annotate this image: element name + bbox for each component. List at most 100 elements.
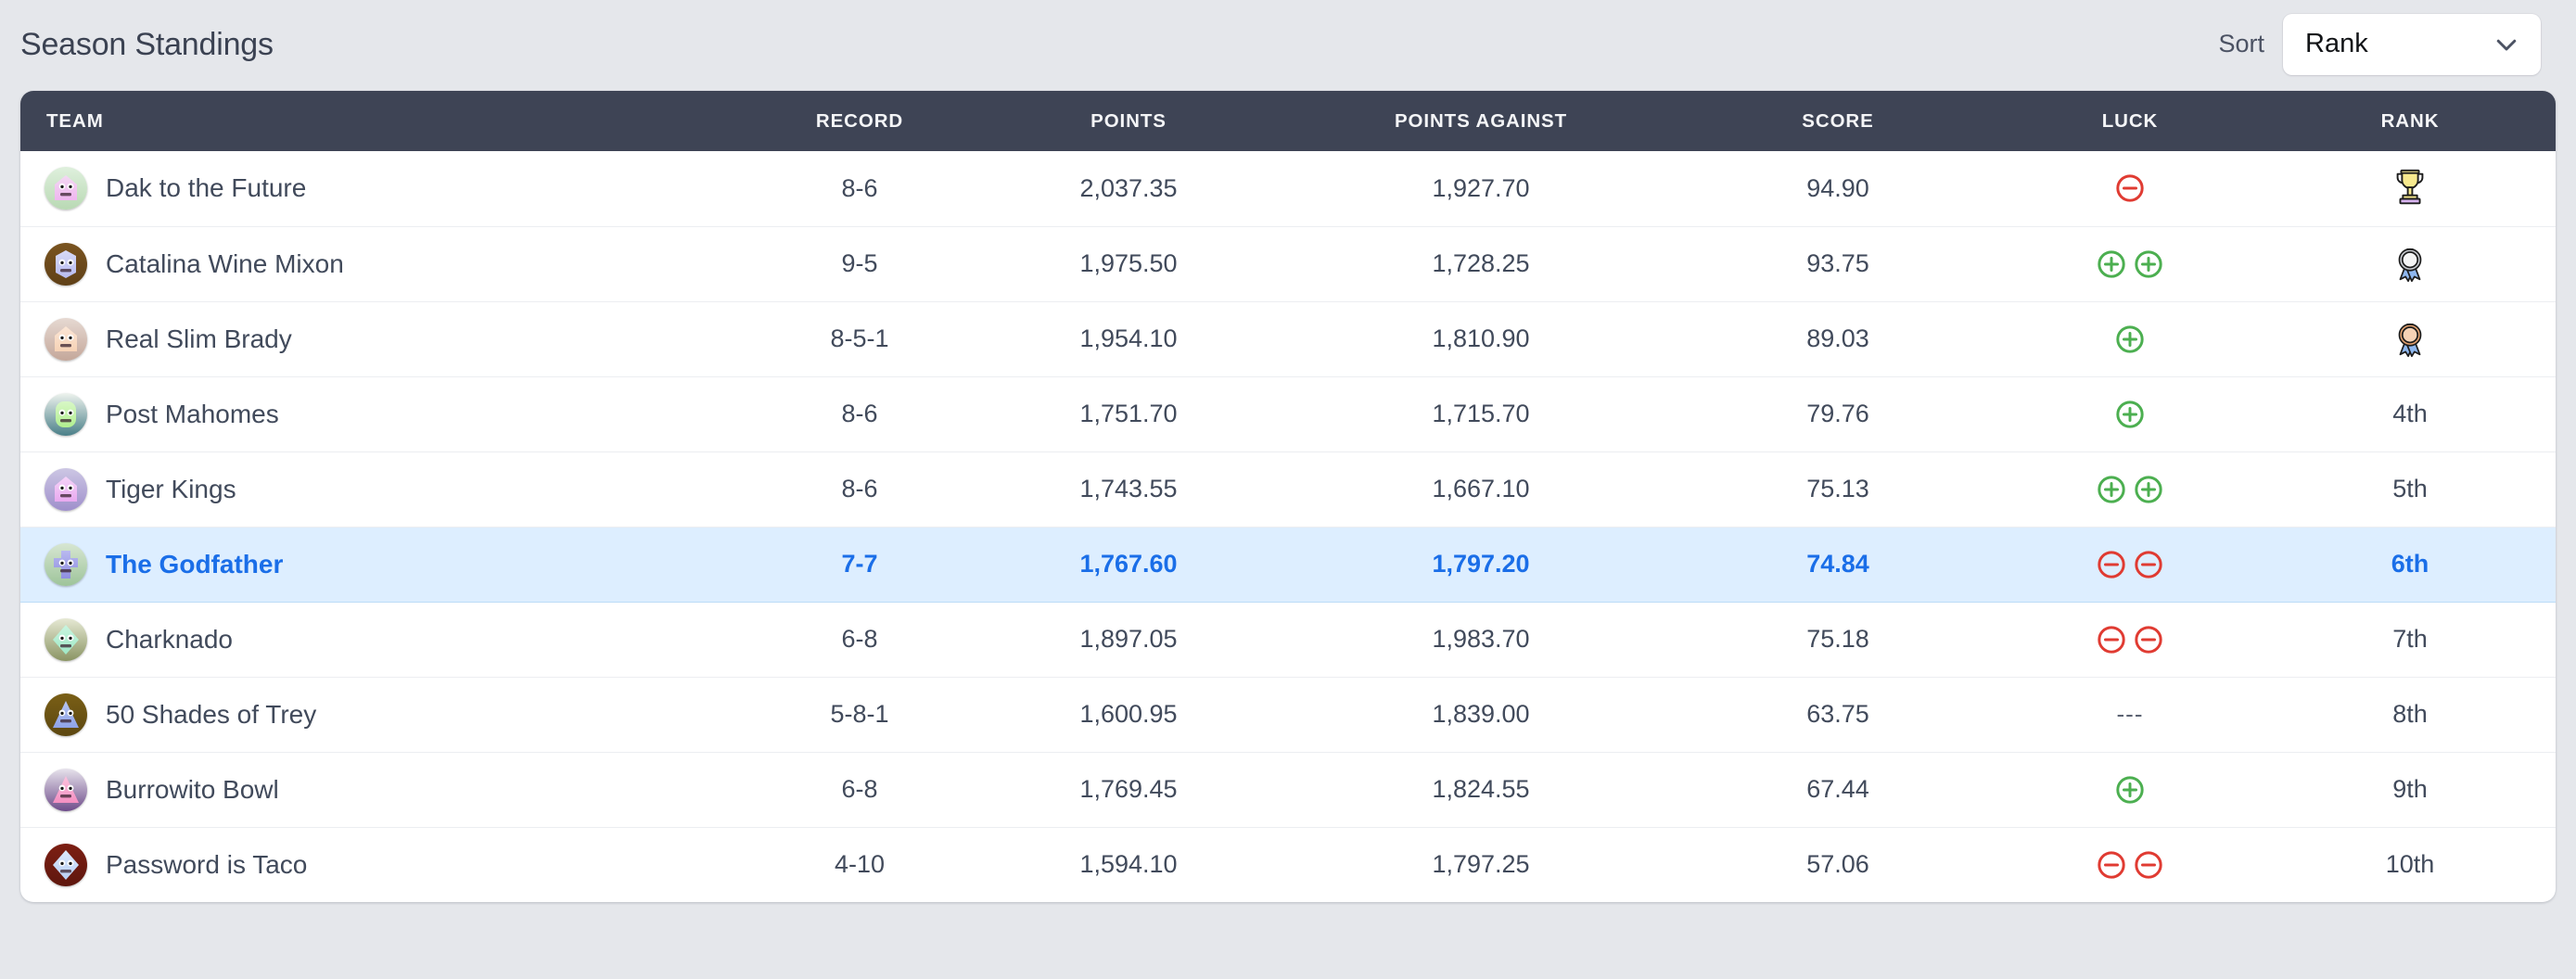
table-head: TEAM RECORD POINTS POINTS AGAINST SCORE … xyxy=(20,91,2556,151)
table-row[interactable]: Tiger Kings 8-6 1,743.55 1,667.10 75.13 … xyxy=(20,451,2556,527)
rank-value: 5th xyxy=(2392,475,2428,502)
team-name[interactable]: Password is Taco xyxy=(106,850,307,880)
luck-plus-icon xyxy=(2114,774,2146,806)
cell-team[interactable]: Tiger Kings xyxy=(20,451,744,527)
luck-minus-icon xyxy=(2096,624,2127,655)
cell-points: 1,594.10 xyxy=(1079,850,1178,879)
team-name[interactable]: 50 Shades of Trey xyxy=(106,700,316,730)
table-row[interactable]: Post Mahomes 8-6 1,751.70 1,715.70 79.76… xyxy=(20,376,2556,451)
cell-team[interactable]: Charknado xyxy=(20,602,744,677)
team-name[interactable]: Post Mahomes xyxy=(106,400,279,429)
cell-score: 57.06 xyxy=(1806,850,1869,879)
cell-score: 94.90 xyxy=(1806,173,1869,202)
luck-plus-icon xyxy=(2096,248,2127,280)
cell-points-against: 1,927.70 xyxy=(1432,173,1530,202)
cell-luck xyxy=(1996,752,2264,827)
cell-team[interactable]: Burrowito Bowl xyxy=(20,752,744,827)
luck-minus-icon xyxy=(2096,549,2127,580)
cell-rank: 9th xyxy=(2264,752,2556,827)
cell-points-against: 1,839.00 xyxy=(1432,700,1530,728)
avatar xyxy=(45,693,87,736)
cell-rank xyxy=(2264,151,2556,226)
team-name[interactable]: Catalina Wine Mixon xyxy=(106,249,344,279)
table-row[interactable]: Burrowito Bowl 6-8 1,769.45 1,824.55 67.… xyxy=(20,752,2556,827)
cell-score: 67.44 xyxy=(1806,775,1869,803)
cell-record: 8-6 xyxy=(841,173,878,202)
column-header-score[interactable]: SCORE xyxy=(1680,91,1996,151)
cell-points: 1,769.45 xyxy=(1079,775,1178,803)
luck-plus-icon xyxy=(2133,248,2164,280)
sort-label: Sort xyxy=(2218,30,2264,57)
cell-rank: 5th xyxy=(2264,451,2556,527)
table-row[interactable]: Dak to the Future 8-6 2,037.35 1,927.70 … xyxy=(20,151,2556,226)
column-header-record[interactable]: RECORD xyxy=(744,91,976,151)
rank-value: 7th xyxy=(2392,625,2428,653)
silver-medal-icon xyxy=(2389,243,2431,286)
column-header-points-against[interactable]: POINTS AGAINST xyxy=(1282,91,1680,151)
cell-team[interactable]: Real Slim Brady xyxy=(20,301,744,376)
luck-plus-icon xyxy=(2114,399,2146,430)
page-header: Season Standings Sort Rank xyxy=(0,0,2576,88)
cell-record: 5-8-1 xyxy=(830,700,889,728)
cell-team[interactable]: Catalina Wine Mixon xyxy=(20,226,744,301)
sort-select-value: Rank xyxy=(2305,29,2368,58)
table-row[interactable]: Real Slim Brady 8-5-1 1,954.10 1,810.90 … xyxy=(20,301,2556,376)
chevron-down-icon xyxy=(2496,39,2517,50)
luck-minus-icon xyxy=(2133,624,2164,655)
standings-page: Season Standings Sort Rank TEAM RECORD P… xyxy=(0,0,2576,979)
sort-control-group: Sort Rank xyxy=(2218,13,2541,75)
cell-team[interactable]: Post Mahomes xyxy=(20,376,744,451)
table-row[interactable]: Charknado 6-8 1,897.05 1,983.70 75.18 7t… xyxy=(20,602,2556,677)
rank-value: 8th xyxy=(2392,700,2428,728)
avatar xyxy=(45,843,87,886)
cell-points: 1,751.70 xyxy=(1079,400,1178,427)
table-row[interactable]: The Godfather 7-7 1,767.60 1,797.20 74.8… xyxy=(20,527,2556,602)
cell-rank: 8th xyxy=(2264,677,2556,752)
luck-minus-icon xyxy=(2133,849,2164,881)
page-title: Season Standings xyxy=(20,26,274,62)
cell-luck xyxy=(1996,226,2264,301)
team-name[interactable]: Real Slim Brady xyxy=(106,324,292,354)
luck-minus-icon xyxy=(2133,549,2164,580)
cell-points: 1,975.50 xyxy=(1079,249,1178,277)
standings-card: TEAM RECORD POINTS POINTS AGAINST SCORE … xyxy=(20,91,2556,902)
team-name[interactable]: Charknado xyxy=(106,625,233,655)
cell-luck: --- xyxy=(1996,677,2264,752)
cell-score: 75.18 xyxy=(1806,625,1869,653)
standings-table: TEAM RECORD POINTS POINTS AGAINST SCORE … xyxy=(20,91,2556,902)
avatar xyxy=(45,467,87,511)
trophy-icon xyxy=(2389,167,2431,210)
cell-luck xyxy=(1996,602,2264,677)
column-header-luck[interactable]: LUCK xyxy=(1996,91,2264,151)
cell-team[interactable]: The Godfather xyxy=(20,527,744,602)
luck-plus-icon xyxy=(2114,324,2146,355)
cell-score: 79.76 xyxy=(1806,400,1869,427)
sort-select[interactable]: Rank xyxy=(2283,13,2541,75)
team-name[interactable]: Dak to the Future xyxy=(106,173,306,203)
cell-luck xyxy=(1996,827,2264,902)
table-row[interactable]: Catalina Wine Mixon 9-5 1,975.50 1,728.2… xyxy=(20,226,2556,301)
luck-minus-icon xyxy=(2114,172,2146,204)
cell-team[interactable]: 50 Shades of Trey xyxy=(20,677,744,752)
cell-luck xyxy=(1996,527,2264,602)
cell-record: 8-5-1 xyxy=(830,324,889,352)
column-header-points[interactable]: POINTS xyxy=(976,91,1282,151)
table-row[interactable]: 50 Shades of Trey 5-8-1 1,600.95 1,839.0… xyxy=(20,677,2556,752)
cell-points-against: 1,797.20 xyxy=(1432,550,1530,578)
cell-rank xyxy=(2264,226,2556,301)
team-name[interactable]: Tiger Kings xyxy=(106,475,236,504)
cell-record: 7-7 xyxy=(841,550,878,578)
team-name[interactable]: Burrowito Bowl xyxy=(106,775,279,805)
team-name[interactable]: The Godfather xyxy=(106,550,283,579)
cell-team[interactable]: Password is Taco xyxy=(20,827,744,902)
cell-record: 6-8 xyxy=(841,775,878,803)
avatar xyxy=(45,542,87,586)
avatar xyxy=(45,317,87,361)
avatar xyxy=(45,167,87,210)
table-row[interactable]: Password is Taco 4-10 1,594.10 1,797.25 … xyxy=(20,827,2556,902)
cell-points: 2,037.35 xyxy=(1079,173,1178,202)
column-header-team[interactable]: TEAM xyxy=(20,91,744,151)
column-header-rank[interactable]: RANK xyxy=(2264,91,2556,151)
luck-empty: --- xyxy=(2116,700,2144,728)
cell-team[interactable]: Dak to the Future xyxy=(20,151,744,226)
